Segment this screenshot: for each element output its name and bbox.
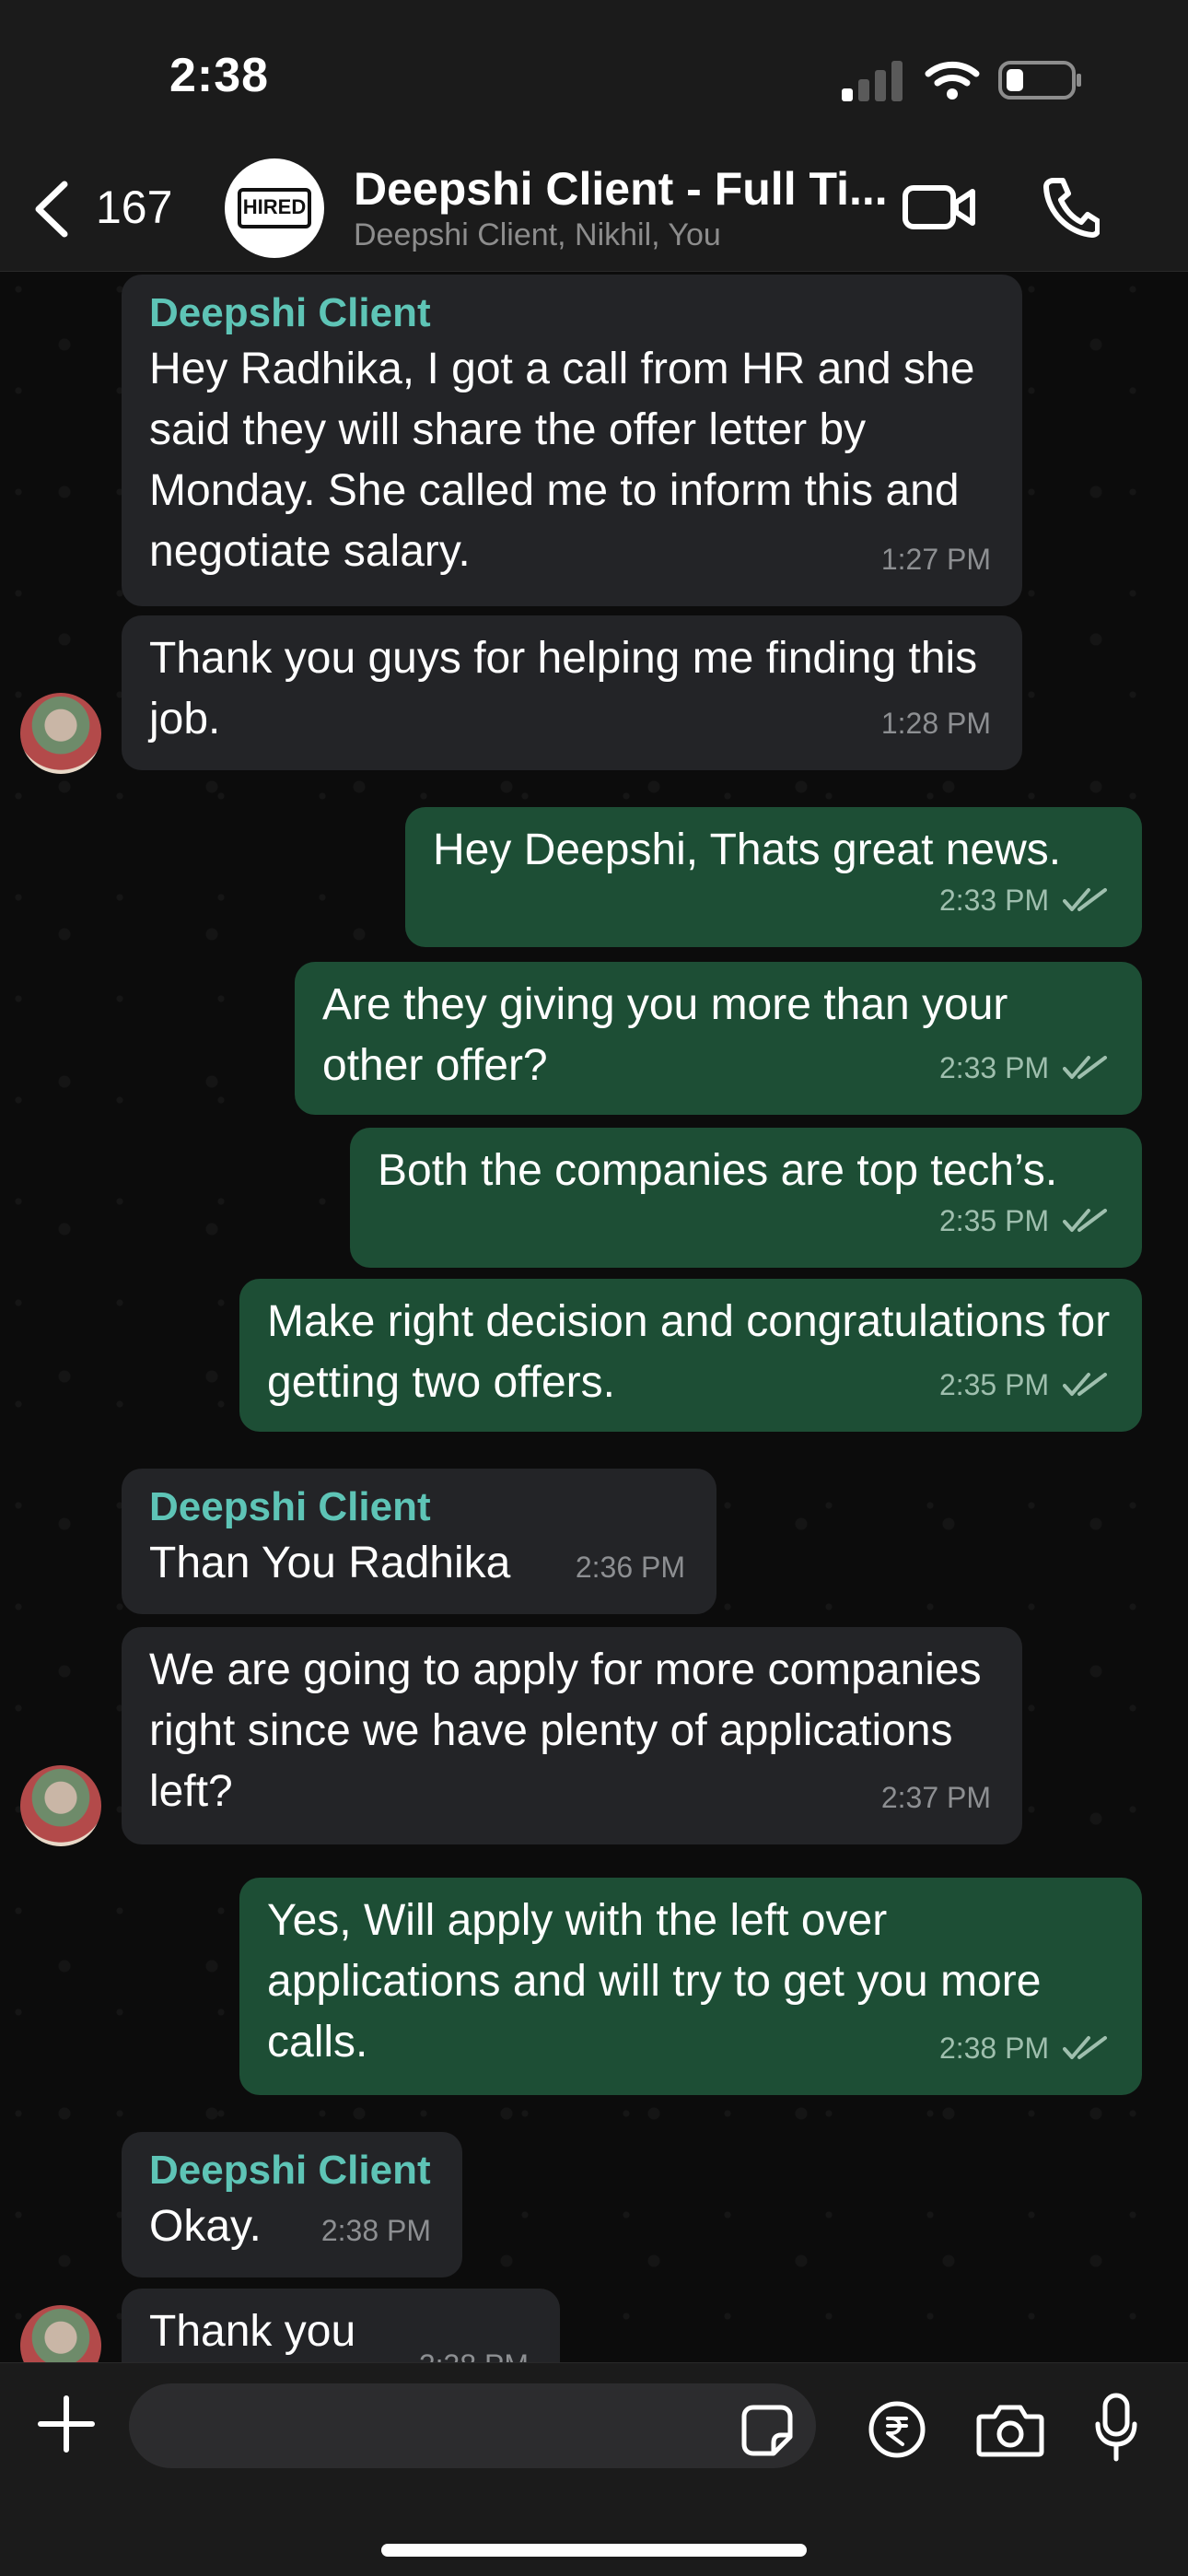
sender-avatar[interactable] bbox=[20, 693, 101, 774]
message-bubble-incoming[interactable]: Deepshi Client Than You Radhika 2:36 PM bbox=[122, 1469, 716, 1614]
message-bubble-outgoing[interactable]: Hey Deepshi, Thats great news. 2:33 PM bbox=[405, 807, 1142, 947]
message-meta: 2:33 PM bbox=[939, 870, 1109, 931]
sender-name: Deepshi Client bbox=[149, 290, 431, 335]
message-time: 1:28 PM bbox=[880, 707, 991, 740]
sender-avatar[interactable] bbox=[20, 1765, 101, 1846]
message-text: Are they giving you more than your other… bbox=[322, 980, 1008, 1090]
message-text: Yes, Will apply with the left over appli… bbox=[267, 1896, 1042, 2067]
message-time: 2:37 PM bbox=[880, 1781, 991, 1814]
sender-name: Deepshi Client bbox=[149, 2148, 431, 2193]
sender-name: Deepshi Client bbox=[149, 1484, 431, 1529]
message-bubble-outgoing[interactable]: Are they giving you more than your other… bbox=[295, 962, 1142, 1115]
top-bar: 2:38 167 HIRED Deepshi Client - Full Ti.… bbox=[0, 0, 1188, 272]
message-text: We are going to apply for more companies… bbox=[149, 1645, 982, 1816]
camera-icon[interactable] bbox=[976, 2402, 1044, 2457]
message-time: 2:35 PM bbox=[938, 1204, 1050, 1237]
message-time: 2:33 PM bbox=[938, 1051, 1050, 1084]
message-bubble-incoming[interactable]: Thank you guys for helping me finding th… bbox=[122, 615, 1022, 770]
message-time: 2:33 PM bbox=[938, 884, 1050, 917]
composer-bar bbox=[0, 2362, 1188, 2576]
message-time: 2:38 PM bbox=[938, 2032, 1050, 2065]
message-bubble-outgoing[interactable]: Make right decision and congratulations … bbox=[239, 1279, 1142, 1432]
message-bubble-incoming[interactable]: Deepshi Client Hey Radhika, I got a call… bbox=[122, 275, 1022, 606]
message-meta: 2:38 PM bbox=[939, 2018, 1109, 2078]
message-text: Both the companies are top tech’s. bbox=[378, 1146, 1058, 1195]
chat-participants[interactable]: Deepshi Client, Nikhil, You bbox=[354, 217, 721, 253]
battery-icon bbox=[998, 61, 1081, 100]
message-time: 2:38 PM bbox=[320, 2214, 431, 2247]
video-call-icon[interactable] bbox=[903, 181, 976, 234]
rupee-payment-icon[interactable] bbox=[868, 2400, 926, 2459]
chat-title[interactable]: Deepshi Client - Full Ti... bbox=[354, 162, 888, 216]
group-logo: HIRED bbox=[238, 188, 311, 228]
phone-call-icon[interactable] bbox=[1042, 175, 1100, 238]
message-text: Hey Deepshi, Thats great news. bbox=[433, 825, 1062, 874]
message-time: 2:36 PM bbox=[575, 1551, 685, 1584]
back-unread-count[interactable]: 167 bbox=[96, 181, 172, 234]
message-bubble-incoming[interactable]: Deepshi Client Okay. 2:38 PM bbox=[122, 2132, 462, 2277]
cellular-signal-icon bbox=[842, 61, 903, 101]
message-text: Hey Radhika, I got a call from HR and sh… bbox=[149, 345, 975, 576]
message-text: Thank you guys for helping me finding th… bbox=[149, 634, 978, 744]
message-input[interactable] bbox=[129, 2383, 816, 2468]
microphone-icon[interactable] bbox=[1094, 2393, 1138, 2463]
message-meta: 2:35 PM bbox=[939, 1190, 1109, 1251]
wifi-icon bbox=[925, 61, 980, 100]
chat-screen: 2:38 167 HIRED Deepshi Client - Full Ti.… bbox=[0, 0, 1188, 2576]
message-meta: 2:35 PM bbox=[939, 1354, 1109, 1415]
message-time: 1:27 PM bbox=[880, 543, 991, 576]
sticker-icon[interactable] bbox=[740, 2404, 794, 2457]
message-text: Thank you bbox=[149, 2307, 356, 2356]
read-receipt-icon bbox=[1063, 1373, 1107, 1396]
read-receipt-icon bbox=[1063, 1056, 1107, 1079]
plus-attach-icon[interactable] bbox=[37, 2395, 96, 2453]
read-receipt-icon bbox=[1063, 888, 1107, 911]
message-bubble-outgoing[interactable]: Both the companies are top tech’s. 2:35 … bbox=[350, 1128, 1142, 1268]
message-bubble-outgoing[interactable]: Yes, Will apply with the left over appli… bbox=[239, 1878, 1142, 2095]
read-receipt-icon bbox=[1063, 2036, 1107, 2059]
message-meta: 2:33 PM bbox=[939, 1037, 1109, 1098]
read-receipt-icon bbox=[1063, 1209, 1107, 1232]
message-time: 2:35 PM bbox=[938, 1368, 1050, 1401]
group-avatar[interactable]: HIRED bbox=[225, 158, 324, 258]
message-text: Okay. bbox=[149, 2202, 262, 2251]
status-time: 2:38 bbox=[169, 49, 270, 102]
message-text: Than You Radhika bbox=[149, 1539, 511, 1587]
home-indicator[interactable] bbox=[381, 2544, 807, 2557]
message-bubble-incoming[interactable]: We are going to apply for more companies… bbox=[122, 1627, 1022, 1844]
back-chevron-icon[interactable] bbox=[31, 181, 72, 238]
